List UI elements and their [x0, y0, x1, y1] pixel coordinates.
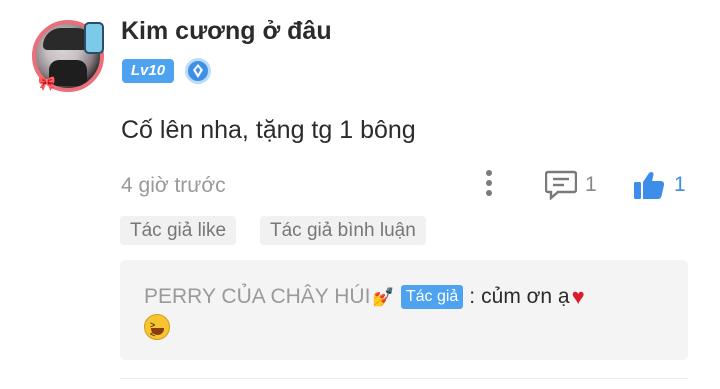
reply-line: PERRY CỦA CHÂY HÚI 💅 Tác giả : củm ơn ạ … [144, 284, 585, 310]
reply-author[interactable]: PERRY CỦA CHÂY HÚI [144, 285, 370, 309]
thumbs-up-icon [634, 171, 665, 199]
more-vertical-icon[interactable] [482, 170, 496, 200]
author-reply-tag: Tác giả bình luận [260, 216, 426, 245]
author-badge: Tác giả [400, 285, 464, 309]
like-count: 1 [674, 173, 686, 196]
username[interactable]: Kim cương ở đâu [121, 17, 332, 46]
comment-text: Cố lên nha, tặng tg 1 bông [121, 116, 416, 144]
timestamp: 4 giờ trước [121, 174, 226, 197]
avatar-bow-icon: 🎀 [38, 75, 56, 91]
reply-button[interactable]: 1 [545, 169, 597, 201]
reply-box[interactable]: PERRY CỦA CHÂY HÚI 💅 Tác giả : củm ơn ạ … [120, 260, 688, 360]
comment-icon [545, 170, 577, 200]
like-button[interactable]: 1 [633, 169, 686, 201]
reply-separator: : [469, 285, 476, 308]
laughing-emoji-icon: >< [144, 314, 170, 340]
reply-text: củm ơn ạ [481, 285, 570, 308]
avatar-frame-decoration [84, 22, 104, 54]
heart-icon: ♥ [571, 284, 585, 309]
author-like-tag: Tác giả like [120, 216, 237, 245]
reply-count: 1 [585, 173, 597, 196]
divider [120, 378, 688, 379]
nail-polish-emoji: 💅 [372, 286, 395, 307]
rank-diamond-icon [185, 58, 211, 84]
level-badge: Lv10 [122, 59, 174, 83]
